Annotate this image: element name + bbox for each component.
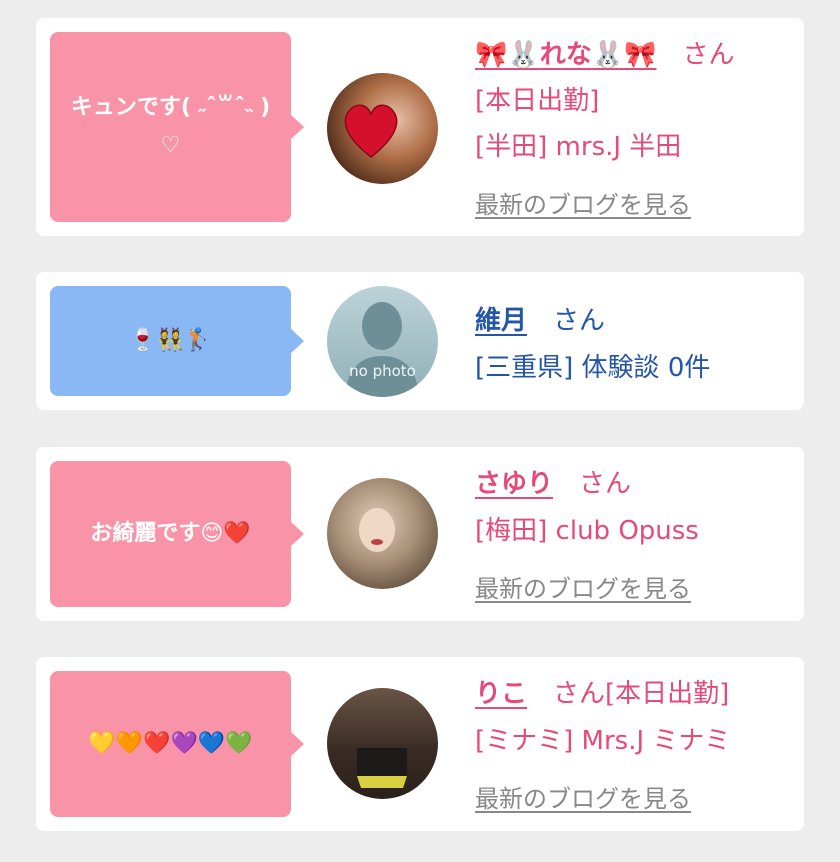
honorific: さん[本日出勤] [553,679,730,709]
shop-link[interactable]: [ミナミ] Mrs.J ミナミ [475,720,730,757]
member-name-link[interactable]: さゆり [475,469,553,499]
member-info: 維月 さん [三重県] 体験談 0件 [475,272,795,410]
status-text: [本日出勤] [475,86,600,116]
member-name-row: さゆり さん [475,463,631,500]
honorific: さん [579,469,632,499]
comment-text: キュンです( ˶ˆ꒳ˆ˵ ) ♡ [70,94,271,159]
member-info: 🎀🐰れな🐰🎀 さん [本日出勤] [半田] mrs.J 半田 最新のブログを見る [475,18,795,236]
review-card: 🍷👯🏌 no photo 維月 さん [三重県] 体験談 0件 [36,272,804,410]
comment-text: お綺麗です😊❤️ [90,520,251,546]
member-info: りこ さん[本日出勤] [ミナミ] Mrs.J ミナミ 最新のブログを見る [475,657,795,831]
shop-link[interactable]: [梅田] club Opuss [475,510,699,547]
member-name-row: りこ さん[本日出勤] [475,673,729,710]
member-name-link[interactable]: りこ [475,679,527,709]
avatar[interactable] [327,688,438,799]
member-name-link[interactable]: 🎀🐰れな🐰🎀 [475,40,657,70]
shop-link[interactable]: [半田] mrs.J 半田 [475,126,681,163]
blog-link[interactable]: 最新のブログを見る [475,569,691,604]
heart-sticker-icon [344,104,398,158]
woman-photo-icon [359,508,395,552]
avatar[interactable] [327,478,438,589]
member-name-row: 🎀🐰れな🐰🎀 さん [475,34,735,71]
avatar[interactable] [327,73,438,184]
woman-photo-icon [357,748,407,788]
member-name-row: 維月 さん [475,300,605,337]
member-info: さゆり さん [梅田] club Opuss 最新のブログを見る [475,447,795,621]
review-card: お綺麗です😊❤️ さゆり さん [梅田] club Opuss 最新のブログを見る [36,447,804,621]
comment-text: 💛🧡❤️💜💙💚 [88,730,253,756]
blog-link[interactable]: 最新のブログを見る [475,185,691,220]
comment-bubble: 🍷👯🏌 [50,286,304,396]
member-name-link[interactable]: 維月 [475,306,527,336]
comment-bubble: 💛🧡❤️💜💙💚 [50,671,304,817]
review-card: 💛🧡❤️💜💙💚 りこ さん[本日出勤] [ミナミ] Mrs.J ミナミ 最新のブロ… [36,657,804,831]
comment-bubble: キュンです( ˶ˆ꒳ˆ˵ ) ♡ [50,32,304,222]
no-photo-label: no photo [349,362,416,380]
person-silhouette-icon [345,302,419,397]
comment-text: 🍷👯🏌 [129,327,212,353]
comment-bubble: お綺麗です😊❤️ [50,461,304,607]
review-card: キュンです( ˶ˆ꒳ˆ˵ ) ♡ 🎀🐰れな🐰🎀 さん [本日出勤] [半田] mr… [36,18,804,236]
honorific: さん [553,306,606,336]
avatar[interactable]: no photo [327,286,438,397]
shop-link[interactable]: [三重県] 体験談 0件 [475,347,710,384]
blog-link[interactable]: 最新のブログを見る [475,779,691,814]
honorific: さん [682,40,735,70]
